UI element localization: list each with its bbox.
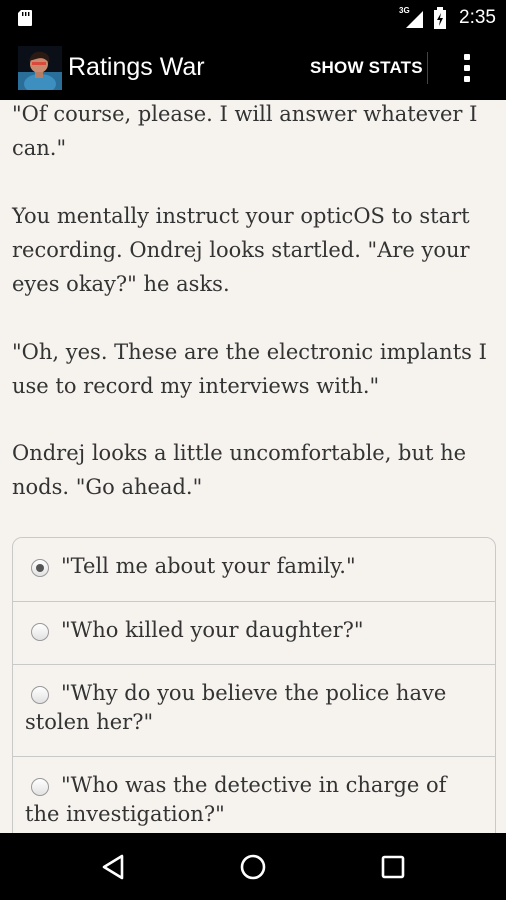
status-time: 2:35	[459, 7, 496, 28]
app-bar: Ratings War SHOW STATS	[0, 36, 506, 100]
navigation-bar	[0, 833, 506, 900]
choice-label: "Tell me about your family."	[61, 554, 356, 578]
home-icon[interactable]	[233, 847, 273, 887]
sd-card-icon	[18, 10, 32, 26]
choice-label: "Who killed your daughter?"	[61, 618, 364, 642]
story-paragraph: Ondrej looks a little uncomfortable, but…	[12, 441, 467, 499]
choice-option[interactable]: "Who was the detective in charge of the …	[13, 757, 495, 833]
choice-label: "Why do you believe the police have stol…	[25, 681, 447, 734]
app-title: Ratings War	[68, 53, 205, 81]
choice-list: "Tell me about your family." "Who killed…	[12, 537, 496, 833]
choice-option[interactable]: "Who killed your daughter?"	[13, 602, 495, 665]
choice-label: "Who was the detective in charge of the …	[25, 773, 447, 826]
story-paragraph: "Of course, please. I will answer whatev…	[12, 102, 478, 160]
show-stats-button[interactable]: SHOW STATS	[310, 58, 423, 78]
back-icon[interactable]	[94, 847, 134, 887]
story-paragraph: "Oh, yes. These are the electronic impla…	[12, 340, 487, 398]
app-avatar[interactable]	[18, 46, 62, 90]
story-paragraph: You mentally instruct your opticOS to st…	[12, 204, 470, 296]
action-divider	[427, 52, 428, 84]
story-content[interactable]: "Of course, please. I will answer whatev…	[0, 100, 506, 833]
battery-icon	[434, 7, 447, 29]
signal-icon: 3G	[399, 6, 425, 29]
overflow-menu-icon[interactable]	[452, 48, 482, 88]
status-bar: 3G 2:35	[0, 0, 506, 36]
recents-icon[interactable]	[373, 847, 413, 887]
choice-option[interactable]: "Tell me about your family."	[13, 538, 495, 602]
choice-option[interactable]: "Why do you believe the police have stol…	[13, 665, 495, 757]
